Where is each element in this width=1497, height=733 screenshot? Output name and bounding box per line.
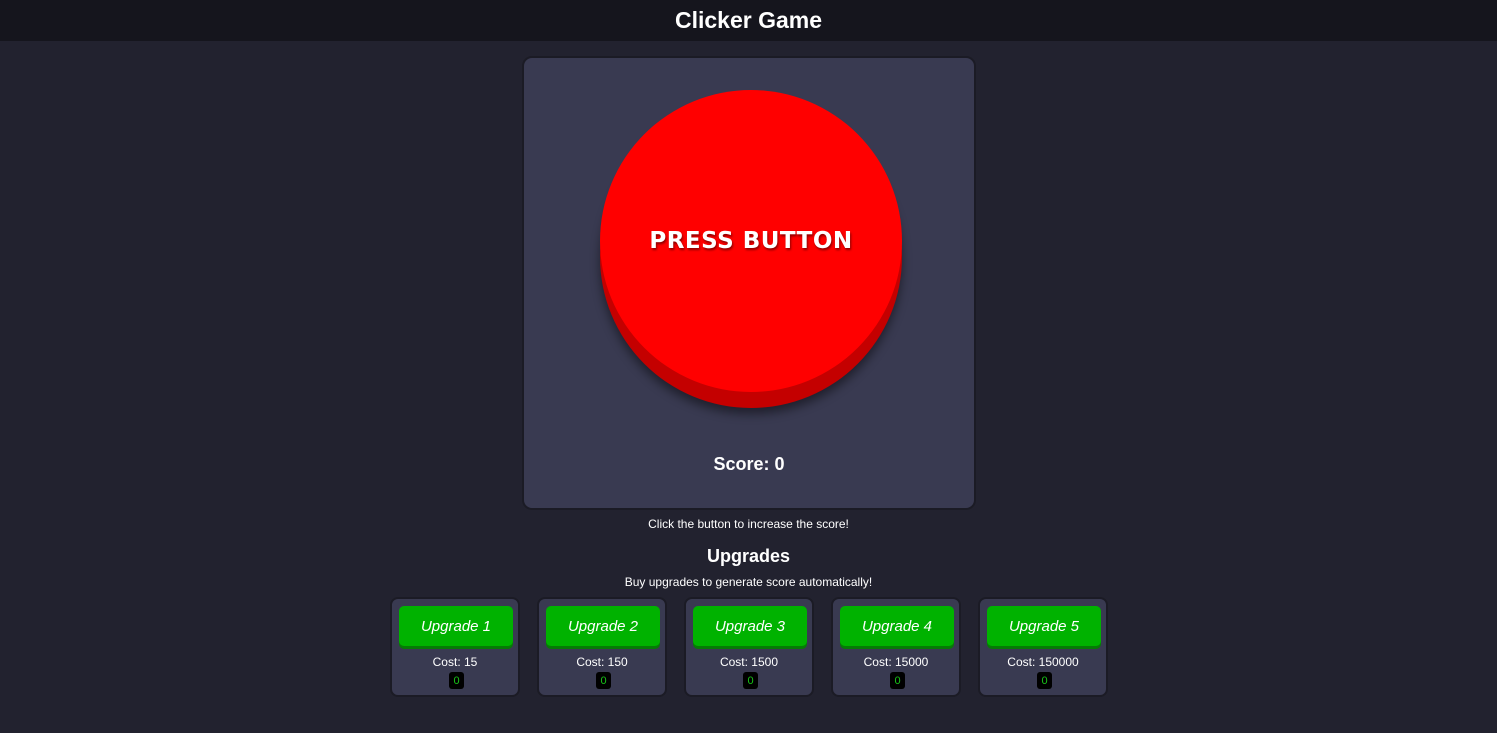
upgrade-5-count: 0 bbox=[1037, 672, 1052, 689]
upgrade-2-button[interactable]: Upgrade 2 bbox=[546, 606, 660, 646]
press-button-face[interactable]: PRESS BUTTON bbox=[600, 90, 902, 392]
score-display: Score: 0 bbox=[713, 454, 785, 474]
upgrade-5-cost: Cost: 150000 bbox=[1007, 655, 1079, 669]
upgrade-3-count: 0 bbox=[743, 672, 758, 689]
upgrades-list: Upgrade 1 Cost: 15 0 Upgrade 2 Cost: 150… bbox=[390, 597, 1108, 697]
upgrade-5-button[interactable]: Upgrade 5 bbox=[987, 606, 1101, 646]
instruction-text: Click the button to increase the score! bbox=[648, 517, 849, 531]
upgrades-subtitle: Buy upgrades to generate score automatic… bbox=[624, 575, 873, 589]
upgrade-3-cost: Cost: 1500 bbox=[719, 655, 779, 669]
press-button-label: PRESS BUTTON bbox=[649, 228, 853, 254]
upgrade-1-count: 0 bbox=[449, 672, 464, 689]
header-bar: Clicker Game bbox=[0, 0, 1497, 41]
press-button[interactable]: PRESS BUTTON bbox=[600, 90, 902, 408]
upgrade-2-cost: Cost: 150 bbox=[576, 655, 628, 669]
page-title: Clicker Game bbox=[674, 7, 823, 33]
upgrade-4-count: 0 bbox=[890, 672, 905, 689]
upgrade-1-cost: Cost: 15 bbox=[432, 655, 478, 669]
upgrade-1-button[interactable]: Upgrade 1 bbox=[399, 606, 513, 646]
upgrades-heading: Upgrades bbox=[706, 546, 791, 566]
upgrade-card-5: Upgrade 5 Cost: 150000 0 bbox=[978, 597, 1108, 697]
upgrade-3-button[interactable]: Upgrade 3 bbox=[693, 606, 807, 646]
game-panel: PRESS BUTTON Score: 0 bbox=[522, 56, 976, 510]
upgrade-card-2: Upgrade 2 Cost: 150 0 bbox=[537, 597, 667, 697]
upgrade-4-button[interactable]: Upgrade 4 bbox=[840, 606, 954, 646]
upgrade-4-cost: Cost: 15000 bbox=[863, 655, 929, 669]
upgrade-card-1: Upgrade 1 Cost: 15 0 bbox=[390, 597, 520, 697]
upgrade-card-4: Upgrade 4 Cost: 15000 0 bbox=[831, 597, 961, 697]
upgrade-card-3: Upgrade 3 Cost: 1500 0 bbox=[684, 597, 814, 697]
upgrade-2-count: 0 bbox=[596, 672, 611, 689]
